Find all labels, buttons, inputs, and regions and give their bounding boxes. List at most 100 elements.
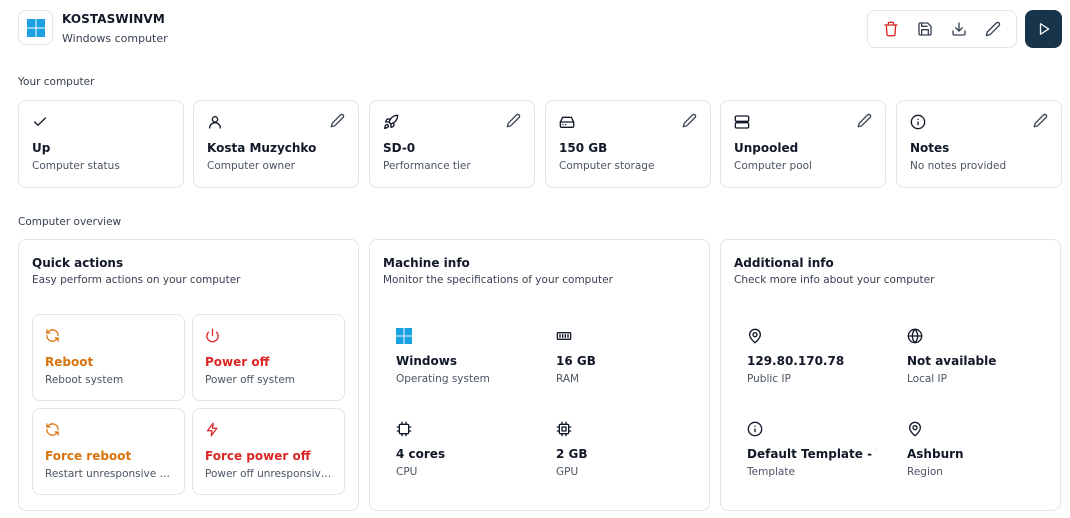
- computer-name: KOSTASWINVM: [62, 12, 165, 26]
- toolbar: [867, 10, 1017, 48]
- info-value: 16 GB: [556, 354, 596, 368]
- stat-value: Unpooled: [734, 141, 799, 155]
- save-icon: [918, 22, 932, 36]
- stat-label: Computer owner: [207, 160, 295, 172]
- windows-logo-icon: [396, 328, 412, 344]
- info-item-gpu: 2 GB GPU: [556, 421, 706, 491]
- info-value: Windows: [396, 354, 457, 368]
- pencil-icon: [857, 113, 872, 128]
- info-label: Public IP: [747, 373, 791, 385]
- machine-info-panel: Machine info Monitor the specifications …: [369, 239, 710, 511]
- save-button[interactable]: [911, 15, 939, 43]
- stat-value: Kosta Muzychko: [207, 141, 317, 155]
- info-value: Ashburn: [907, 447, 964, 461]
- stat-card-notes: Notes No notes provided: [896, 100, 1062, 188]
- info-label: CPU: [396, 466, 418, 478]
- edit-button[interactable]: [979, 15, 1007, 43]
- user-icon: [207, 114, 223, 130]
- pencil-icon: [1033, 113, 1048, 128]
- pencil-icon: [506, 113, 521, 128]
- check-icon: [32, 114, 48, 130]
- download-icon: [952, 22, 966, 36]
- force-reboot-button[interactable]: Force reboot Restart unresponsive system: [32, 408, 185, 495]
- refresh-icon: [45, 328, 61, 344]
- info-value: Default Template - Windows: [747, 447, 877, 461]
- action-desc: Reboot system: [45, 374, 124, 386]
- panel-title: Machine info: [383, 256, 470, 270]
- windows-logo-icon: [18, 10, 53, 45]
- lightning-icon: [205, 422, 221, 438]
- server-icon: [734, 114, 750, 130]
- info-icon: [747, 421, 763, 437]
- delete-button[interactable]: [877, 15, 905, 43]
- info-item-os: Windows Operating system: [396, 328, 546, 398]
- action-name: Force reboot: [45, 449, 132, 463]
- stat-label: Computer pool: [734, 160, 812, 172]
- pencil-icon: [985, 21, 1001, 37]
- cpu-icon: [396, 421, 412, 437]
- stat-value: SD-0: [383, 141, 416, 155]
- pencil-icon: [330, 113, 345, 128]
- play-icon: [1039, 23, 1049, 35]
- page-header: KOSTASWINVM Windows computer: [18, 10, 1062, 50]
- stat-value: Up: [32, 141, 51, 155]
- info-item-ram: 16 GB RAM: [556, 328, 706, 398]
- force-power-off-button[interactable]: Force power off Power off unresponsive s…: [192, 408, 345, 495]
- info-icon: [910, 114, 926, 130]
- stat-label: Computer status: [32, 160, 120, 172]
- info-label: Local IP: [907, 373, 947, 385]
- stat-card-status: Up Computer status: [18, 100, 184, 188]
- map-pin-icon: [907, 421, 923, 437]
- info-item-region: Ashburn Region: [907, 421, 1057, 491]
- trash-icon: [884, 21, 898, 37]
- stat-label: No notes provided: [910, 160, 1007, 172]
- panel-subtitle: Check more info about your computer: [734, 274, 935, 286]
- panel-title: Quick actions: [32, 256, 124, 270]
- panel-subtitle: Easy perform actions on your computer: [32, 274, 241, 286]
- download-button[interactable]: [945, 15, 973, 43]
- edit-owner-button[interactable]: [330, 113, 346, 129]
- hard-drive-icon: [559, 114, 575, 130]
- additional-info-panel: Additional info Check more info about yo…: [720, 239, 1061, 511]
- info-item-cpu: 4 cores CPU: [396, 421, 546, 491]
- globe-icon: [907, 328, 923, 344]
- gpu-icon: [556, 421, 572, 437]
- section-your-computer: Your computer: [18, 76, 95, 88]
- refresh-icon: [45, 422, 61, 438]
- stat-label: Computer storage: [559, 160, 655, 172]
- info-label: Region: [907, 466, 943, 478]
- info-label: Operating system: [396, 373, 490, 385]
- info-value: 2 GB: [556, 447, 588, 461]
- info-value: 4 cores: [396, 447, 446, 461]
- quick-actions-panel: Quick actions Easy perform actions on yo…: [18, 239, 359, 511]
- info-item-public-ip: 129.80.170.78 Public IP: [747, 328, 897, 398]
- info-item-template: Default Template - Windows Template: [747, 421, 897, 491]
- power-off-button[interactable]: Power off Power off system: [192, 314, 345, 401]
- start-button[interactable]: [1025, 10, 1062, 48]
- action-desc: Power off system: [205, 374, 296, 386]
- panel-title: Additional info: [734, 256, 834, 270]
- stat-card-pool: Unpooled Computer pool: [720, 100, 886, 188]
- edit-storage-button[interactable]: [682, 113, 698, 129]
- action-desc: Power off unresponsive system: [205, 468, 335, 480]
- info-value: 129.80.170.78: [747, 354, 845, 368]
- computer-type: Windows computer: [62, 32, 168, 45]
- stat-value: 150 GB: [559, 141, 608, 155]
- stat-card-storage: 150 GB Computer storage: [545, 100, 711, 188]
- rocket-icon: [383, 114, 399, 130]
- edit-pool-button[interactable]: [857, 113, 873, 129]
- edit-notes-button[interactable]: [1033, 113, 1049, 129]
- reboot-button[interactable]: Reboot Reboot system: [32, 314, 185, 401]
- memory-icon: [556, 328, 572, 344]
- stat-card-tier: SD-0 Performance tier: [369, 100, 535, 188]
- pencil-icon: [682, 113, 697, 128]
- info-label: Template: [747, 466, 795, 478]
- info-label: GPU: [556, 466, 579, 478]
- stat-label: Performance tier: [383, 160, 471, 172]
- edit-tier-button[interactable]: [506, 113, 522, 129]
- action-name: Reboot: [45, 355, 94, 369]
- map-pin-icon: [747, 328, 763, 344]
- info-value: Not available: [907, 354, 997, 368]
- action-name: Force power off: [205, 449, 311, 463]
- section-computer-overview: Computer overview: [18, 216, 122, 228]
